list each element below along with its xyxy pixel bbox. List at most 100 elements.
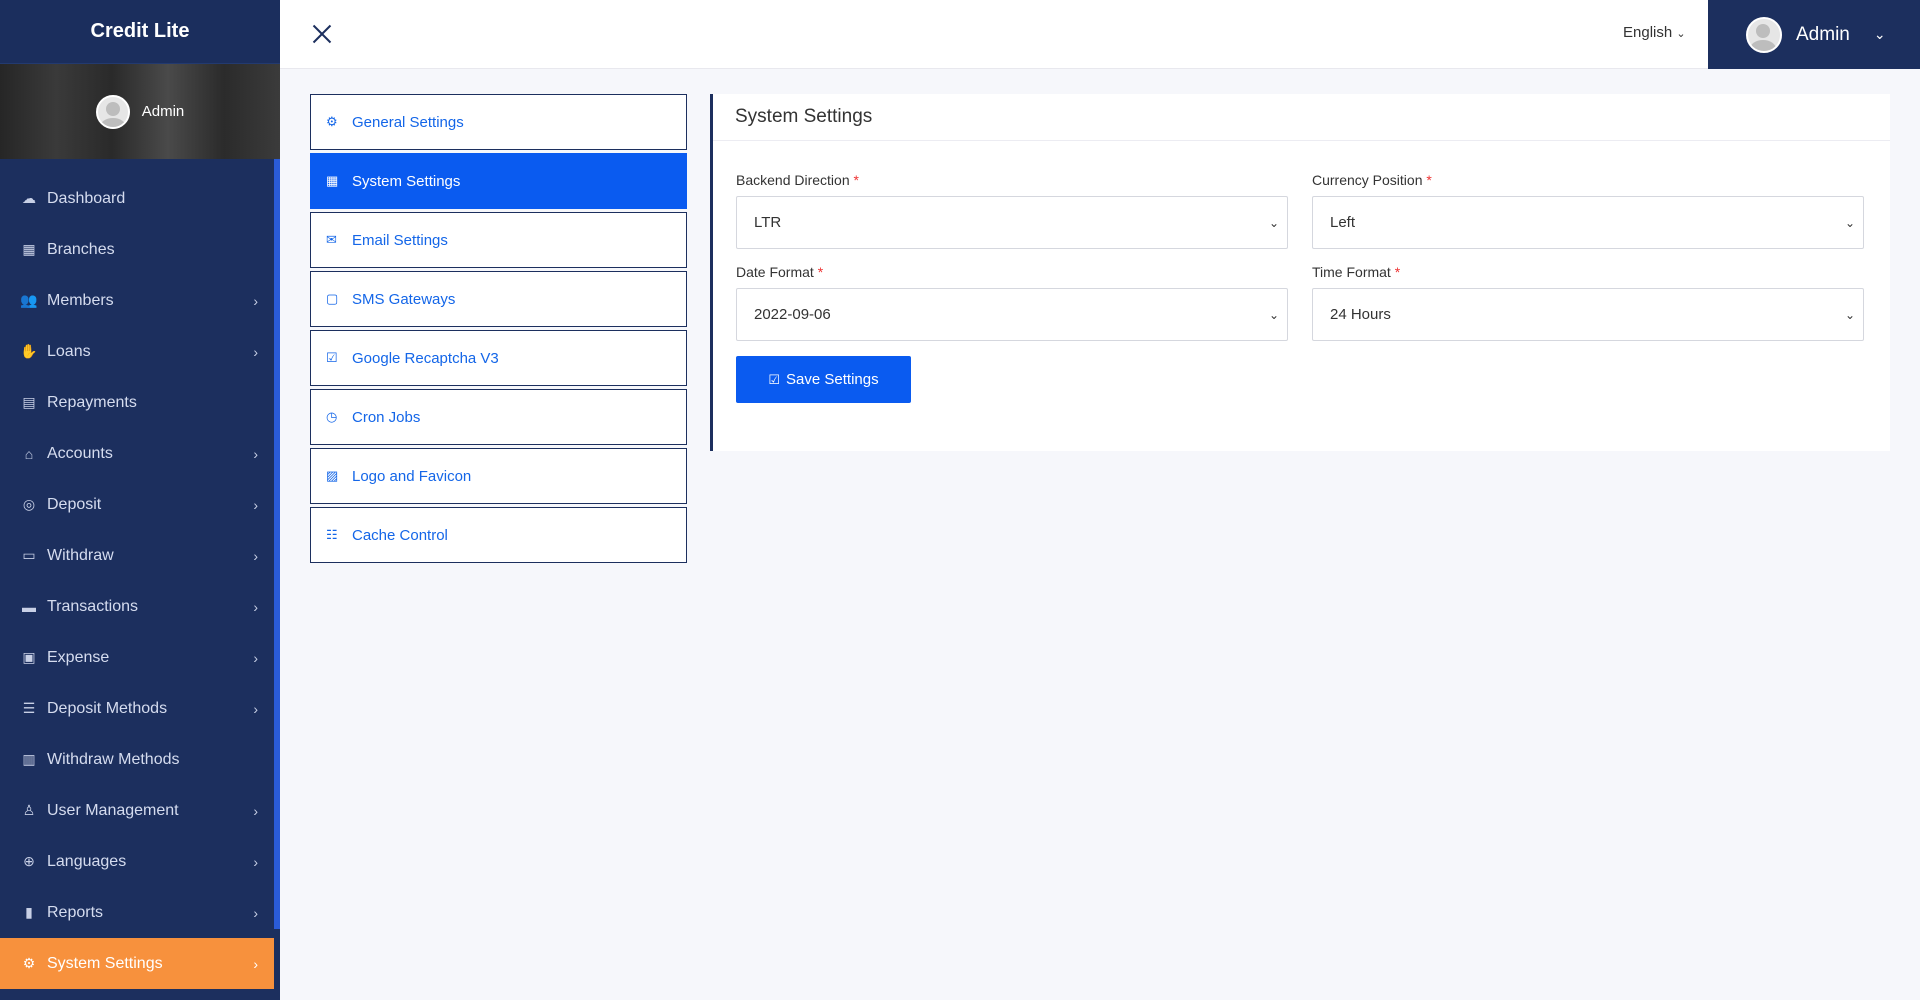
globe-icon: ⊕ <box>23 853 35 869</box>
image-icon: ▨ <box>326 468 339 483</box>
tab-cron-jobs[interactable]: ◷ Cron Jobs <box>310 389 687 445</box>
tab-system-settings[interactable]: ▦ System Settings <box>310 153 687 209</box>
backend-direction-field: Backend Direction * LTR ⌄ <box>736 172 1288 249</box>
chevron-down-icon: ⌄ <box>1676 28 1686 40</box>
tab-label: Cache Control <box>352 526 448 544</box>
envelope-icon: ✉ <box>326 232 337 247</box>
sidebar-item-accounts[interactable]: ⌂ Accounts › <box>0 428 274 479</box>
chevron-right-icon: › <box>253 598 258 615</box>
chevron-down-icon: ⌄ <box>1844 307 1855 322</box>
sidebar-item-expense[interactable]: ▣ Expense › <box>0 632 274 683</box>
backend-direction-select[interactable]: LTR ⌄ <box>736 196 1288 249</box>
sidebar-item-loans[interactable]: ✋ Loans › <box>0 326 274 377</box>
sidebar-menu: ☁ Dashboard ▦ Branches 👥 Members › ✋ Loans › ▤ Repa… <box>0 159 280 989</box>
chevron-right-icon: › <box>253 343 258 360</box>
sidebar-item-label: Accounts <box>47 444 113 462</box>
currency-position-select[interactable]: Left ⌄ <box>1312 196 1864 249</box>
date-format-select[interactable]: 2022-09-06 ⌄ <box>736 288 1288 341</box>
chevron-right-icon: › <box>253 445 258 462</box>
bar-chart-icon: ▮ <box>25 904 33 920</box>
gear-icon: ⚙ <box>22 955 36 971</box>
sidebar-item-label: Withdraw <box>47 546 114 564</box>
sidebar-item-system-settings[interactable]: ⚙ System Settings › <box>0 938 274 989</box>
user-menu[interactable]: Admin ⌄ <box>1708 0 1920 69</box>
card-title: System Settings <box>713 94 1890 141</box>
sidebar-item-label: User Management <box>47 801 179 819</box>
tab-label: System Settings <box>352 172 461 190</box>
tab-label: Logo and Favicon <box>352 467 472 485</box>
sidebar-item-languages[interactable]: ⊕ Languages › <box>0 836 274 887</box>
sidebar-item-branches[interactable]: ▦ Branches <box>0 224 274 275</box>
tab-cache-control[interactable]: ☷ Cache Control <box>310 507 687 563</box>
time-format-label: Time Format * <box>1312 264 1401 280</box>
sidebar-item-withdraw-methods[interactable]: ▥ Withdraw Methods <box>0 734 274 785</box>
user-name: Admin <box>1796 23 1850 45</box>
sidebar-scrollbar[interactable] <box>274 159 280 929</box>
sidebar-item-label: Loans <box>47 342 91 360</box>
sidebar-item-user-management[interactable]: ♙ User Management › <box>0 785 274 836</box>
chevron-right-icon: › <box>253 853 258 870</box>
avatar <box>1746 16 1782 53</box>
sidebar-item-deposit-methods[interactable]: ☰ Deposit Methods › <box>0 683 274 734</box>
sidebar-item-transactions[interactable]: ▬ Transactions › <box>0 581 274 632</box>
chevron-right-icon: › <box>253 700 258 717</box>
chevron-right-icon: › <box>253 802 258 819</box>
user-icon: ♙ <box>22 802 36 818</box>
chevron-down-icon: ⌄ <box>1268 215 1279 230</box>
sidebar: Credit Lite Admin ☁ Dashboard ▦ Branches 👥 Me… <box>0 0 280 1000</box>
window-icon: ▦ <box>326 173 339 188</box>
date-format-field: Date Format * 2022-09-06 ⌄ <box>736 264 1288 341</box>
date-format-label: Date Format * <box>736 264 824 280</box>
chevron-right-icon: › <box>253 904 258 921</box>
sidebar-item-reports[interactable]: ▮ Reports › <box>0 887 274 938</box>
tab-label: Google Recaptcha V3 <box>352 349 499 367</box>
sidebar-item-label: Withdraw Methods <box>47 750 180 768</box>
chat-icon: ▢ <box>326 291 339 306</box>
currency-position-label: Currency Position * <box>1312 172 1432 188</box>
sidebar-item-withdraw[interactable]: ▭ Withdraw › <box>0 530 274 581</box>
close-sidebar-icon[interactable] <box>310 22 334 46</box>
settings-form: Backend Direction * LTR ⌄ Currency Posit… <box>736 172 1864 403</box>
tab-email-settings[interactable]: ✉ Email Settings <box>310 212 687 268</box>
users-icon: 👥 <box>20 292 38 308</box>
chevron-right-icon: › <box>253 292 258 309</box>
save-settings-button[interactable]: ☑ Save Settings <box>736 356 911 403</box>
currency-position-field: Currency Position * Left ⌄ <box>1312 172 1864 249</box>
sidebar-item-label: Branches <box>47 240 115 258</box>
language-label: English <box>1623 24 1673 41</box>
sidebar-item-label: Expense <box>47 648 110 666</box>
sidebar-item-dashboard[interactable]: ☁ Dashboard <box>0 173 274 224</box>
clock-icon: ◷ <box>326 409 338 424</box>
coins-icon: ◎ <box>22 496 36 512</box>
tab-label: Cron Jobs <box>352 408 421 426</box>
clipboard-icon: ▥ <box>22 751 36 767</box>
sidebar-item-deposit[interactable]: ◎ Deposit › <box>0 479 274 530</box>
gear-icon: ⚙ <box>326 114 338 129</box>
tab-label: SMS Gateways <box>352 290 456 308</box>
settings-tabs: ⚙ General Settings ▦ System Settings ✉ Email … <box>310 94 687 566</box>
sidebar-item-label: System Settings <box>47 954 163 972</box>
receipt-icon: ▤ <box>22 394 36 410</box>
sidebar-item-members[interactable]: 👥 Members › <box>0 275 274 326</box>
chevron-down-icon: ⌄ <box>1873 26 1886 42</box>
sidebar-item-repayments[interactable]: ▤ Repayments <box>0 377 274 428</box>
tab-logo-and-favicon[interactable]: ▨ Logo and Favicon <box>310 448 687 504</box>
check-square-icon: ☑ <box>326 350 338 365</box>
avatar <box>95 94 130 129</box>
sidebar-profile[interactable]: Admin <box>0 64 280 159</box>
tab-sms-gateways[interactable]: ▢ SMS Gateways <box>310 271 687 327</box>
hand-coin-icon: ✋ <box>20 343 38 359</box>
chevron-right-icon: › <box>253 547 258 564</box>
tab-label: Email Settings <box>352 231 448 249</box>
tab-general-settings[interactable]: ⚙ General Settings <box>310 94 687 150</box>
sidebar-item-label: Reports <box>47 903 104 921</box>
tab-google-recaptcha-v3[interactable]: ☑ Google Recaptcha V3 <box>310 330 687 386</box>
database-icon: ☷ <box>326 527 338 542</box>
money-icon: ▣ <box>22 649 36 665</box>
sidebar-item-label: Deposit Methods <box>47 699 168 717</box>
wallet-icon: ▬ <box>22 598 36 615</box>
time-format-select[interactable]: 24 Hours ⌄ <box>1312 288 1864 341</box>
chevron-right-icon: › <box>253 649 258 666</box>
language-selector[interactable]: English ⌄ <box>1623 24 1686 41</box>
chevron-right-icon: › <box>253 955 258 972</box>
